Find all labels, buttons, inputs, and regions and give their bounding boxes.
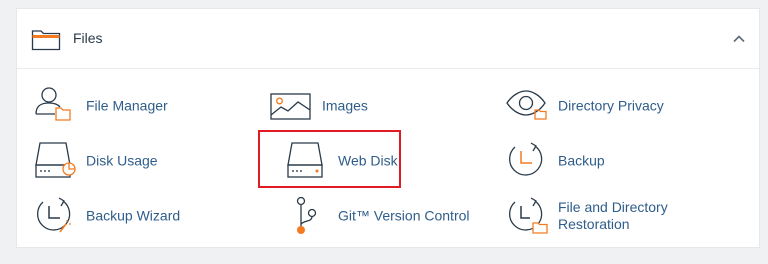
- file-manager-link[interactable]: File Manager: [33, 86, 203, 126]
- backup-wizard-icon: [36, 197, 71, 233]
- chevron-up-icon[interactable]: [729, 29, 749, 49]
- git-version-control-icon: [296, 196, 317, 234]
- git-version-control-label: Git™ Version Control: [338, 207, 470, 224]
- file-restoration-label: File and Directory Restoration: [558, 199, 668, 232]
- directory-privacy-label: Directory Privacy: [558, 97, 664, 114]
- backup-link[interactable]: Backup: [505, 141, 655, 181]
- backup-label: Backup: [558, 152, 605, 169]
- file-restoration-icon: [508, 197, 548, 234]
- images-label: Images: [322, 97, 368, 114]
- folder-icon: [31, 30, 61, 51]
- git-version-control-link[interactable]: Git™ Version Control: [285, 196, 475, 236]
- disk-usage-link[interactable]: Disk Usage: [33, 141, 203, 181]
- images-link[interactable]: Images: [269, 86, 419, 126]
- disk-usage-icon: [35, 142, 76, 178]
- file-manager-label: File Manager: [86, 97, 168, 114]
- file-manager-icon: [35, 87, 71, 121]
- file-restoration-link[interactable]: File and Directory Restoration: [505, 196, 725, 236]
- backup-wizard-link[interactable]: Backup Wizard: [33, 196, 203, 236]
- backup-wizard-label: Backup Wizard: [86, 207, 181, 224]
- panel-title: Files: [73, 30, 103, 46]
- disk-usage-label: Disk Usage: [86, 152, 158, 169]
- directory-privacy-icon: [506, 90, 547, 120]
- directory-privacy-link[interactable]: Directory Privacy: [505, 86, 705, 126]
- images-icon: [270, 93, 311, 120]
- backup-icon: [508, 142, 543, 176]
- files-panel: Files File Manager Images Directory Priv…: [16, 8, 760, 248]
- panel-header[interactable]: Files: [17, 9, 759, 69]
- selection-highlight: [258, 130, 401, 188]
